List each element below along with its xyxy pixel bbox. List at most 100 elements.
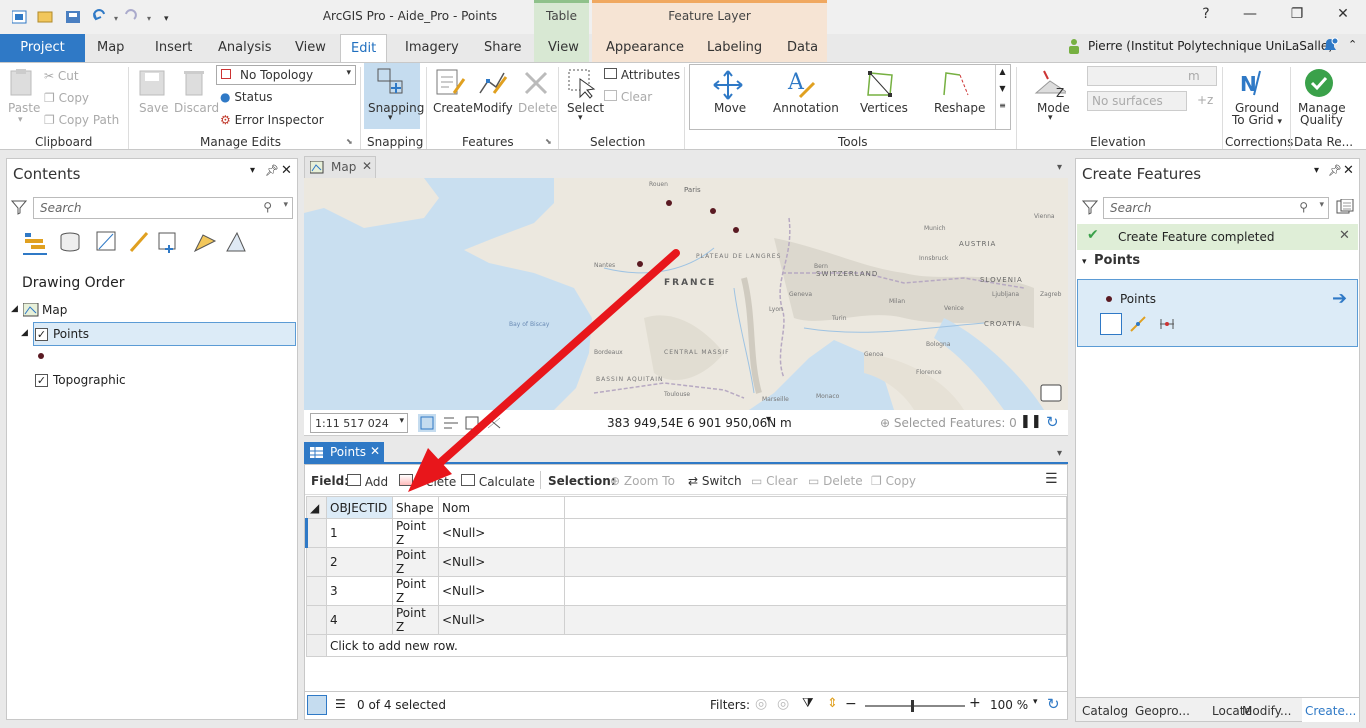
error-inspector-button[interactable]: ⚙ Error Inspector bbox=[220, 113, 324, 127]
notification-bell-icon[interactable] bbox=[1320, 37, 1340, 55]
reshape-button[interactable]: Reshape bbox=[934, 101, 985, 115]
points-visibility-checkbox[interactable]: ✓ bbox=[35, 328, 48, 341]
cell-objectid[interactable]: 4 bbox=[326, 605, 393, 635]
cell-objectid[interactable]: 3 bbox=[326, 576, 393, 606]
template-points[interactable]: Points ➔ bbox=[1077, 279, 1358, 347]
zoom-sync-icon[interactable]: ⇕ bbox=[827, 696, 838, 711]
copy-path-button[interactable]: ❐ Copy Path bbox=[44, 113, 119, 127]
table-tab-menu-icon[interactable]: ▾ bbox=[1057, 448, 1062, 459]
cell-objectid[interactable]: 2 bbox=[326, 547, 393, 577]
minimize-button[interactable]: — bbox=[1240, 6, 1260, 22]
cut-button[interactable]: ✂ Cut bbox=[44, 69, 79, 83]
attributes-button[interactable]: Attributes bbox=[604, 68, 680, 82]
tab-data[interactable]: Data bbox=[787, 40, 818, 55]
dialog-launcher-icon[interactable]: ⬊ bbox=[545, 137, 552, 146]
tab-map[interactable]: Map bbox=[97, 40, 124, 55]
close-table-tab-icon[interactable]: ✕ bbox=[370, 444, 380, 458]
chevron-down-icon[interactable]: ▾ bbox=[1048, 113, 1053, 123]
elevation-mode-button[interactable]: Mode bbox=[1037, 101, 1070, 115]
layer-map[interactable]: Map bbox=[42, 303, 67, 317]
tab-view[interactable]: View bbox=[295, 40, 326, 55]
close-map-tab-icon[interactable]: ✕ bbox=[362, 159, 372, 173]
map-point[interactable] bbox=[637, 261, 643, 267]
annotation-button[interactable]: Annotation bbox=[773, 101, 839, 115]
tab-analysis[interactable]: Analysis bbox=[218, 40, 272, 55]
expand-points-icon[interactable]: ◢ bbox=[21, 328, 28, 338]
collapse-group-icon[interactable]: ▾ bbox=[1082, 257, 1087, 267]
point-tool-icon[interactable] bbox=[1100, 313, 1122, 335]
clear-table-selection-button[interactable]: ▭ Clear bbox=[751, 474, 798, 488]
snapping-button[interactable]: Snapping ▾ bbox=[364, 63, 424, 129]
pin-icon[interactable]: 📌︎ bbox=[1328, 164, 1342, 177]
point-along-line-icon[interactable] bbox=[1158, 315, 1176, 333]
map-tab-menu-icon[interactable]: ▾ bbox=[1057, 162, 1062, 173]
column-header-objectid[interactable]: OBJECTID bbox=[326, 496, 393, 519]
ribbon-collapse-button[interactable]: ⌃ bbox=[1348, 38, 1357, 51]
table-menu-icon[interactable]: ☰ bbox=[1045, 471, 1058, 487]
chevron-down-icon[interactable]: ▾ bbox=[1033, 697, 1038, 707]
tab-labeling[interactable]: Labeling bbox=[707, 40, 762, 55]
calculate-field-button[interactable]: Calculate bbox=[461, 474, 535, 489]
expand-map-icon[interactable]: ◢ bbox=[11, 304, 18, 314]
pause-drawing-icon[interactable]: ❚❚ bbox=[1020, 414, 1042, 429]
close-pane-icon[interactable]: ✕ bbox=[1343, 163, 1354, 178]
row-selector[interactable] bbox=[306, 576, 327, 606]
delete-button[interactable]: Delete bbox=[518, 101, 557, 115]
zoom-percent[interactable]: 100 % bbox=[990, 698, 1028, 712]
topographic-visibility-checkbox[interactable]: ✓ bbox=[35, 374, 48, 387]
quick-access-toolbar[interactable]: ▾ ▾ ▾ bbox=[12, 9, 172, 25]
tools-gallery-scroller[interactable]: ▲ ▼ ≡ bbox=[995, 65, 1009, 129]
filter-icon[interactable]: ⧩ bbox=[802, 696, 814, 711]
show-selected-records-icon[interactable]: ☰ bbox=[335, 697, 346, 711]
table-row[interactable]: 2 Point Z <Null> bbox=[306, 547, 1067, 577]
add-row[interactable]: Click to add new row. bbox=[306, 634, 1067, 657]
table-row[interactable]: 3 Point Z <Null> bbox=[306, 576, 1067, 606]
filter-extent-icon[interactable]: ◎ bbox=[755, 696, 767, 712]
discard-button[interactable]: Discard bbox=[174, 101, 219, 115]
ground-to-grid-label-2[interactable]: To Grid ▾ bbox=[1232, 113, 1282, 127]
surface-select[interactable]: No surfaces bbox=[1087, 91, 1187, 111]
points-table-tab[interactable]: Points ✕ bbox=[304, 442, 384, 464]
filter-icon[interactable] bbox=[1082, 199, 1098, 215]
template-group-name[interactable]: Points bbox=[1094, 253, 1140, 268]
close-button[interactable]: ✕ bbox=[1333, 6, 1353, 22]
cell-shape[interactable]: Point Z bbox=[392, 518, 439, 548]
cell-nom[interactable]: <Null> bbox=[438, 547, 565, 577]
zoom-slider[interactable] bbox=[865, 705, 965, 707]
filter-icon[interactable] bbox=[11, 199, 27, 215]
close-pane-icon[interactable]: ✕ bbox=[281, 163, 292, 178]
map-point[interactable] bbox=[733, 227, 739, 233]
tab-imagery[interactable]: Imagery bbox=[405, 40, 459, 55]
pane-menu-icon[interactable]: ▾ bbox=[1314, 165, 1319, 176]
map-canvas[interactable]: FRANCE Paris PLATEAU DE LANGRES SWITZERL… bbox=[304, 178, 1068, 410]
chevron-up-icon[interactable]: ▲ bbox=[996, 67, 1009, 76]
map-point[interactable] bbox=[710, 208, 716, 214]
map-nav-toolbar[interactable] bbox=[418, 414, 514, 432]
create-button[interactable]: Create bbox=[433, 101, 473, 115]
manage-quality-label-2[interactable]: Quality bbox=[1300, 113, 1343, 127]
refresh-icon[interactable]: ↻ bbox=[1046, 413, 1059, 431]
refresh-table-icon[interactable]: ↻ bbox=[1047, 695, 1060, 713]
copy-selected-button[interactable]: ❐ Copy bbox=[871, 474, 916, 488]
chevron-down-icon[interactable]: ▼ bbox=[996, 84, 1009, 93]
row-selector-header[interactable]: ◢ bbox=[306, 496, 327, 519]
row-selector[interactable] bbox=[306, 634, 327, 657]
map-point[interactable] bbox=[666, 200, 672, 206]
copy-button[interactable]: ❐ Copy bbox=[44, 91, 89, 105]
vertices-button[interactable]: Vertices bbox=[860, 101, 908, 115]
tab-insert[interactable]: Insert bbox=[155, 40, 192, 55]
tab-modify-features[interactable]: Modify... bbox=[1242, 704, 1292, 718]
tab-project[interactable]: Project bbox=[0, 34, 85, 62]
dialog-launcher-icon[interactable]: ⬊ bbox=[346, 137, 353, 146]
help-button[interactable]: ? bbox=[1196, 6, 1216, 22]
cell-shape[interactable]: Point Z bbox=[392, 547, 439, 577]
add-field-button[interactable]: Add bbox=[347, 474, 388, 489]
zoom-slider-thumb[interactable] bbox=[911, 700, 914, 712]
user-name[interactable]: Pierre (Institut Polytechnique UniLaSall… bbox=[1088, 39, 1333, 53]
zoom-in-icon[interactable]: + bbox=[969, 695, 981, 711]
tab-appearance[interactable]: Appearance bbox=[606, 40, 684, 55]
table-row[interactable]: 1 Point Z <Null> bbox=[305, 518, 1067, 548]
cell-nom[interactable]: <Null> bbox=[438, 576, 565, 606]
delete-selected-button[interactable]: ▭ Delete bbox=[808, 474, 863, 488]
restore-button[interactable]: ❐ bbox=[1287, 6, 1307, 22]
